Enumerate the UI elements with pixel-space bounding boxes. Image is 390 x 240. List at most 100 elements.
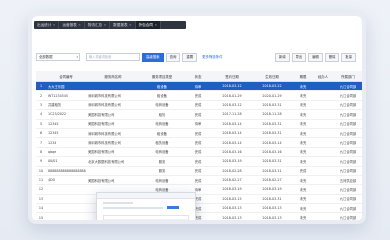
table-row[interactable]: 14租赁完成2018-03-132018-03-13未完九江合同部 xyxy=(36,203,362,214)
table-cell: 未完 xyxy=(292,203,314,214)
tab-item[interactable]: 数据报表 ✕ xyxy=(110,21,136,29)
table-cell: 服务 xyxy=(140,166,184,176)
table-cell: 深圳城市科技有限公司 xyxy=(86,137,140,148)
tab-item[interactable]: 出运统计 ✕ xyxy=(34,21,60,29)
scope-select-value: 全部数据 xyxy=(39,55,53,59)
row-index: 8 xyxy=(36,147,46,158)
column-header[interactable]: 经办人 xyxy=(314,71,332,82)
table-cell: 2018-02-27 xyxy=(212,175,252,186)
column-header[interactable]: 生效日期 xyxy=(252,71,292,82)
table-row[interactable]: 5 12345 美国科技有限公司 电商设备 待审 2018-03-14 2018-03-31… xyxy=(36,119,362,129)
column-header[interactable]: 期限 xyxy=(292,71,314,82)
table-row[interactable]: 12 电商设备 待审 2018-03-19 2018-03-19 未完 九江合同部 xyxy=(36,184,362,195)
table-row[interactable]: 3 共建租赁 深圳城市科技有限公司 电商设备 完成 2018-03-12 2018-03-3… xyxy=(36,100,362,111)
table-cell: WT1234545 xyxy=(46,90,86,101)
batch-button[interactable]: 批量 xyxy=(341,53,356,62)
row-index: 3 xyxy=(36,100,46,111)
table-cell: 2018-03-12 xyxy=(212,81,252,92)
close-icon[interactable]: ✕ xyxy=(104,21,107,29)
table-cell xyxy=(314,100,332,111)
table-cell: 未完 xyxy=(292,175,314,186)
table-cell: 2018-02-27 xyxy=(252,175,292,186)
table-row[interactable]: 9 00/01 北京大数据科技有限公司 服务 完成 2018-03-19 2018-03-3… xyxy=(36,156,362,167)
table-row[interactable]: 7 1234 深圳城市科技有限公司 租赁设备 完成 2018-03-14 2018-03-1… xyxy=(36,137,362,148)
table-row[interactable]: 8 qbqe 美国科技有限公司 电商设备 完成 2018-03-16 2018-03-16 未… xyxy=(36,147,362,158)
tab-item[interactable]: 物流汇总 ✕ xyxy=(85,21,111,29)
column-header[interactable]: 服务商名称 xyxy=(86,71,140,82)
table-cell xyxy=(314,175,332,186)
column-header[interactable]: 签约日期 xyxy=(212,71,252,82)
column-header[interactable]: 状态 xyxy=(184,71,212,82)
row-index: 12 xyxy=(36,184,46,195)
table-row[interactable]: 11 4DO 美国科技有限公司 电商设备 完成 2018-02-27 2018-02-27 未… xyxy=(36,175,362,186)
preview-line xyxy=(103,207,163,209)
table-cell: 00/01 xyxy=(46,156,86,167)
table-cell: 2018-11-28 xyxy=(252,109,292,120)
table-cell: 电商设备 xyxy=(140,175,184,186)
table-cell: 完成 xyxy=(184,100,212,111)
table-cell: 2018-03-31 xyxy=(252,119,292,129)
table-cell: 2018-03-14 xyxy=(212,128,252,139)
table-cell: 九江合同部 xyxy=(332,212,362,220)
tab-item[interactable]: 运营报表 ✕ xyxy=(59,21,85,29)
table-cell: 未完 xyxy=(292,137,314,148)
column-header-index xyxy=(36,71,46,82)
table-row[interactable]: 6 12345 深圳城市科技有限公司 租设备 完成 2018-03-14 2018-03-3… xyxy=(36,128,362,139)
table-cell: 未完 xyxy=(292,194,314,205)
table-cell: 未完 xyxy=(292,100,314,111)
table-cell: 2018-03-13 xyxy=(252,203,292,214)
add-button[interactable]: 新增 xyxy=(275,53,290,62)
table-row[interactable]: 4 1C23/2022 美国科技有限公司 租赁 完成 2017-11-28 2018-11-… xyxy=(36,109,362,120)
table-cell: 2018-01-29 xyxy=(212,90,252,101)
table-cell xyxy=(46,203,86,214)
reset-button[interactable]: 重置 xyxy=(182,52,198,62)
table-cell: 2018-03-16 xyxy=(212,147,252,158)
edit-button[interactable]: 编辑 xyxy=(308,53,323,62)
table-row[interactable]: 15租赁完成2018-03-132018-03-13未完九江合同部 xyxy=(36,212,362,220)
table-cell xyxy=(314,137,332,148)
close-icon[interactable]: ✕ xyxy=(129,21,132,29)
search-input[interactable]: 输入关键词检索 xyxy=(86,53,140,61)
close-icon[interactable]: ✕ xyxy=(78,21,81,29)
table-cell xyxy=(314,203,332,214)
close-icon[interactable]: ✕ xyxy=(154,21,157,29)
table-cell: 租设备 xyxy=(140,90,184,101)
table-cell: 12345 xyxy=(46,119,86,129)
column-header[interactable]: 服务项目类型 xyxy=(140,71,184,82)
export-button[interactable]: 导出 xyxy=(291,53,307,62)
table-cell: 未完 xyxy=(292,147,314,158)
column-header[interactable]: 合同编号 xyxy=(46,71,86,82)
tab-item-active[interactable]: 外包合同 ✕ xyxy=(135,21,161,29)
column-header[interactable]: 所属部门 xyxy=(332,71,362,82)
table-cell: 12345 xyxy=(46,128,86,139)
table-row[interactable]: 2 WT1234545 深圳城市科技有限公司 租设备 完成 2018-01-29 2020-… xyxy=(36,90,362,101)
table-cell: 未完 xyxy=(292,109,314,120)
tab-label: 物流汇总 xyxy=(87,23,103,27)
table-cell: 九江合同部 xyxy=(332,109,362,120)
preview-thumbnail[interactable] xyxy=(96,192,196,220)
preview-header xyxy=(97,193,195,199)
more-filters-link[interactable]: 更多筛选条件 xyxy=(199,54,225,61)
preview-table xyxy=(103,215,189,220)
row-index: 13 xyxy=(36,194,46,205)
table-cell: 未完 xyxy=(292,212,314,220)
close-icon[interactable]: ✕ xyxy=(53,21,56,29)
contracts-table: 合同编号 服务商名称 服务项目类型 状态 签约日期 生效日期 期限 经办人 所属… xyxy=(36,71,362,220)
row-index: 2 xyxy=(36,90,46,101)
table-row[interactable]: 10 88888888888888888888 服务 完成 2018-02-28 2018… xyxy=(36,166,362,176)
table-cell: 2018-03-13 xyxy=(252,212,292,220)
table-row[interactable]: 13租赁完成2018-03-152018-03-31未完九江合同部 xyxy=(36,194,362,205)
confirm-button[interactable]: 查询 xyxy=(165,52,181,62)
search-button[interactable]: 高级搜索 xyxy=(142,52,164,62)
delete-button[interactable]: 删除 xyxy=(324,53,340,62)
table-cell xyxy=(86,81,140,92)
table-cell: 大大王乐园 xyxy=(46,81,86,92)
table-cell: 2018-03-19 xyxy=(212,184,252,195)
row-index: 5 xyxy=(36,119,46,129)
scope-select[interactable]: 全部数据 ▾ xyxy=(36,53,80,61)
table-cell: 九江合同部 xyxy=(332,194,362,205)
table-cell: 深圳城市科技有限公司 xyxy=(86,100,140,111)
table-cell: 完成 xyxy=(184,147,212,158)
table-row[interactable]: 1 大大王乐园 租设备 待审 2018-03-12 2018-03-22 未完 九江合同部 xyxy=(36,81,362,92)
table-cell xyxy=(314,90,332,101)
